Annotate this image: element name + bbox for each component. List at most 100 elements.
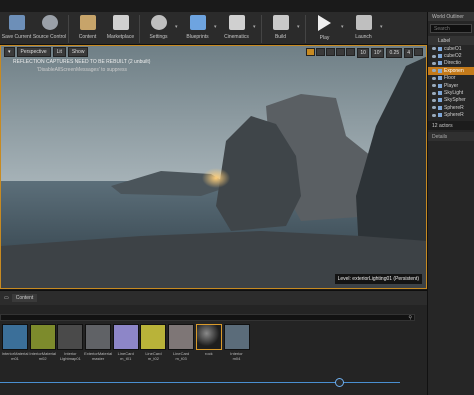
asset-name: Interior m04 [230, 351, 243, 361]
outliner-row[interactable]: SphereR [428, 112, 474, 119]
cinematics-label: Cinematics [224, 34, 249, 40]
blueprints-icon [189, 15, 206, 30]
asset-thumbnail [85, 324, 112, 350]
asset-tile[interactable]: InteriorMaterial m01 [2, 324, 28, 361]
chevron-down-icon[interactable]: ▾ [380, 12, 386, 44]
settings-label: Settings [149, 34, 168, 40]
thumbnail-size-slider-handle[interactable] [335, 378, 344, 387]
content-label: Content [78, 34, 97, 40]
actor-icon [438, 46, 442, 51]
outliner-row[interactable]: SphereR [428, 104, 474, 111]
content-browser-header: ▭ Content [0, 291, 427, 305]
outliner-row-label: SkySpher [444, 97, 466, 104]
folder-icon: ▭ [4, 295, 9, 301]
asset-name: LineCard m_t02 [145, 351, 162, 361]
outliner-row-label: cubeO2 [444, 53, 462, 60]
search-icon[interactable]: ⚲ [408, 315, 412, 321]
asset-tile-selected[interactable]: rock [195, 324, 222, 361]
save-icon [8, 15, 25, 30]
outliner-row[interactable]: SkySpher [428, 97, 474, 104]
cinematics-icon [228, 15, 245, 30]
eye-icon[interactable] [432, 84, 436, 88]
actor-icon [438, 83, 442, 88]
outliner-row[interactable]: cubeO1 [428, 45, 474, 52]
outliner-row[interactable]: Floor [428, 75, 474, 82]
actor-icon [438, 98, 442, 103]
actor-icon [438, 76, 442, 81]
outliner-row-selected[interactable]: Exponen [428, 67, 474, 75]
toolbar-separator [261, 15, 262, 43]
outliner-rows: cubeO1 cubeO2 Directio Exponen Floor Pla… [428, 45, 474, 119]
editor-window: Save Current Source Control Content Mark… [0, 0, 474, 395]
outliner-row-label: cubeO1 [444, 45, 462, 52]
eye-icon[interactable] [432, 47, 436, 51]
eye-icon[interactable] [432, 69, 436, 73]
launch-button[interactable]: Launch [347, 12, 380, 45]
show-button[interactable]: Show [67, 47, 89, 57]
eye-icon[interactable] [432, 91, 436, 95]
asset-tile[interactable]: Interior m04 [223, 324, 250, 361]
warning-subtext: 'DisableAllScreenMessages' to suppress [37, 67, 128, 73]
source-control-icon [41, 15, 58, 30]
eye-icon[interactable] [432, 61, 436, 65]
save-current-button[interactable]: Save Current [0, 12, 33, 45]
world-outliner-tab[interactable]: World Outliner [428, 12, 474, 21]
marketplace-button[interactable]: Marketplace [104, 12, 137, 45]
content-folder-tab[interactable]: Content [11, 294, 38, 302]
content-search-input[interactable]: ⚲ [0, 314, 415, 321]
sun-glow [202, 168, 230, 188]
play-icon [318, 15, 331, 31]
settings-icon [150, 15, 167, 30]
outliner-search-input[interactable]: Search [430, 24, 472, 33]
source-control-button[interactable]: Source Control [33, 12, 66, 45]
asset-tile[interactable]: Interior Lightmap01 [57, 324, 84, 361]
play-label: Play [319, 35, 330, 41]
asset-name: LineCard m_t01 [117, 351, 134, 361]
asset-tile[interactable]: LineCard m_t01 [112, 324, 139, 361]
fog-icon [438, 68, 442, 73]
chevron-down-icon[interactable]: ▾ [253, 12, 259, 44]
toolbar-separator [68, 15, 69, 43]
outliner-row[interactable]: Player [428, 82, 474, 89]
asset-tile[interactable]: InteriorMaterial m02 [29, 324, 57, 361]
outliner-label-column[interactable]: Label [428, 36, 474, 45]
eye-icon[interactable] [432, 54, 436, 58]
toolbar-separator [139, 15, 140, 43]
source-control-label: Source Control [32, 34, 67, 40]
chevron-down-icon[interactable]: ▾ [297, 12, 303, 44]
outliner-row-label: Exponen [444, 67, 464, 74]
eye-icon[interactable] [432, 106, 436, 110]
asset-name: rock [205, 351, 213, 356]
content-button[interactable]: Content [71, 12, 104, 45]
details-tab[interactable]: Details [428, 131, 474, 141]
viewport-toolbar: ▾ Perspective Lit Show [1, 46, 426, 58]
asset-tile[interactable]: LineCard m_t03 [168, 324, 195, 361]
outliner-row[interactable]: SkyLight [428, 89, 474, 96]
level-label: Level: exteriorLighting01 (Persistent) [334, 274, 422, 284]
asset-tile[interactable]: LineCard m_t02 [140, 324, 167, 361]
viewport-options-button[interactable]: ▾ [4, 47, 15, 57]
asset-thumbnail [223, 324, 250, 350]
asset-thumbnail [112, 324, 139, 350]
lit-button[interactable]: Lit [52, 47, 66, 57]
play-button[interactable]: Play [308, 12, 341, 45]
outliner-row[interactable]: cubeO2 [428, 52, 474, 59]
eye-icon[interactable] [432, 98, 436, 102]
eye-icon[interactable] [432, 113, 436, 117]
settings-button[interactable]: Settings [142, 12, 175, 45]
eye-icon[interactable] [432, 76, 436, 80]
level-viewport[interactable]: ▾ Perspective Lit Show 10 10° 0.25 4 REF… [0, 45, 427, 289]
actor-icon [438, 105, 442, 110]
asset-tile[interactable]: ExteriorMaterial master [84, 324, 112, 361]
outliner-row[interactable]: Directio [428, 60, 474, 67]
actor-icon [438, 113, 442, 118]
asset-name: InteriorMaterial m02 [29, 351, 57, 361]
build-button[interactable]: Build [264, 12, 297, 45]
cinematics-button[interactable]: Cinematics [220, 12, 253, 45]
asset-name: Interior Lightmap01 [59, 351, 81, 361]
light-icon [438, 61, 442, 66]
blueprints-button[interactable]: Blueprints [181, 12, 214, 45]
marketplace-icon [112, 15, 129, 30]
asset-name: LineCard m_t03 [173, 351, 190, 361]
perspective-button[interactable]: Perspective [16, 47, 51, 57]
